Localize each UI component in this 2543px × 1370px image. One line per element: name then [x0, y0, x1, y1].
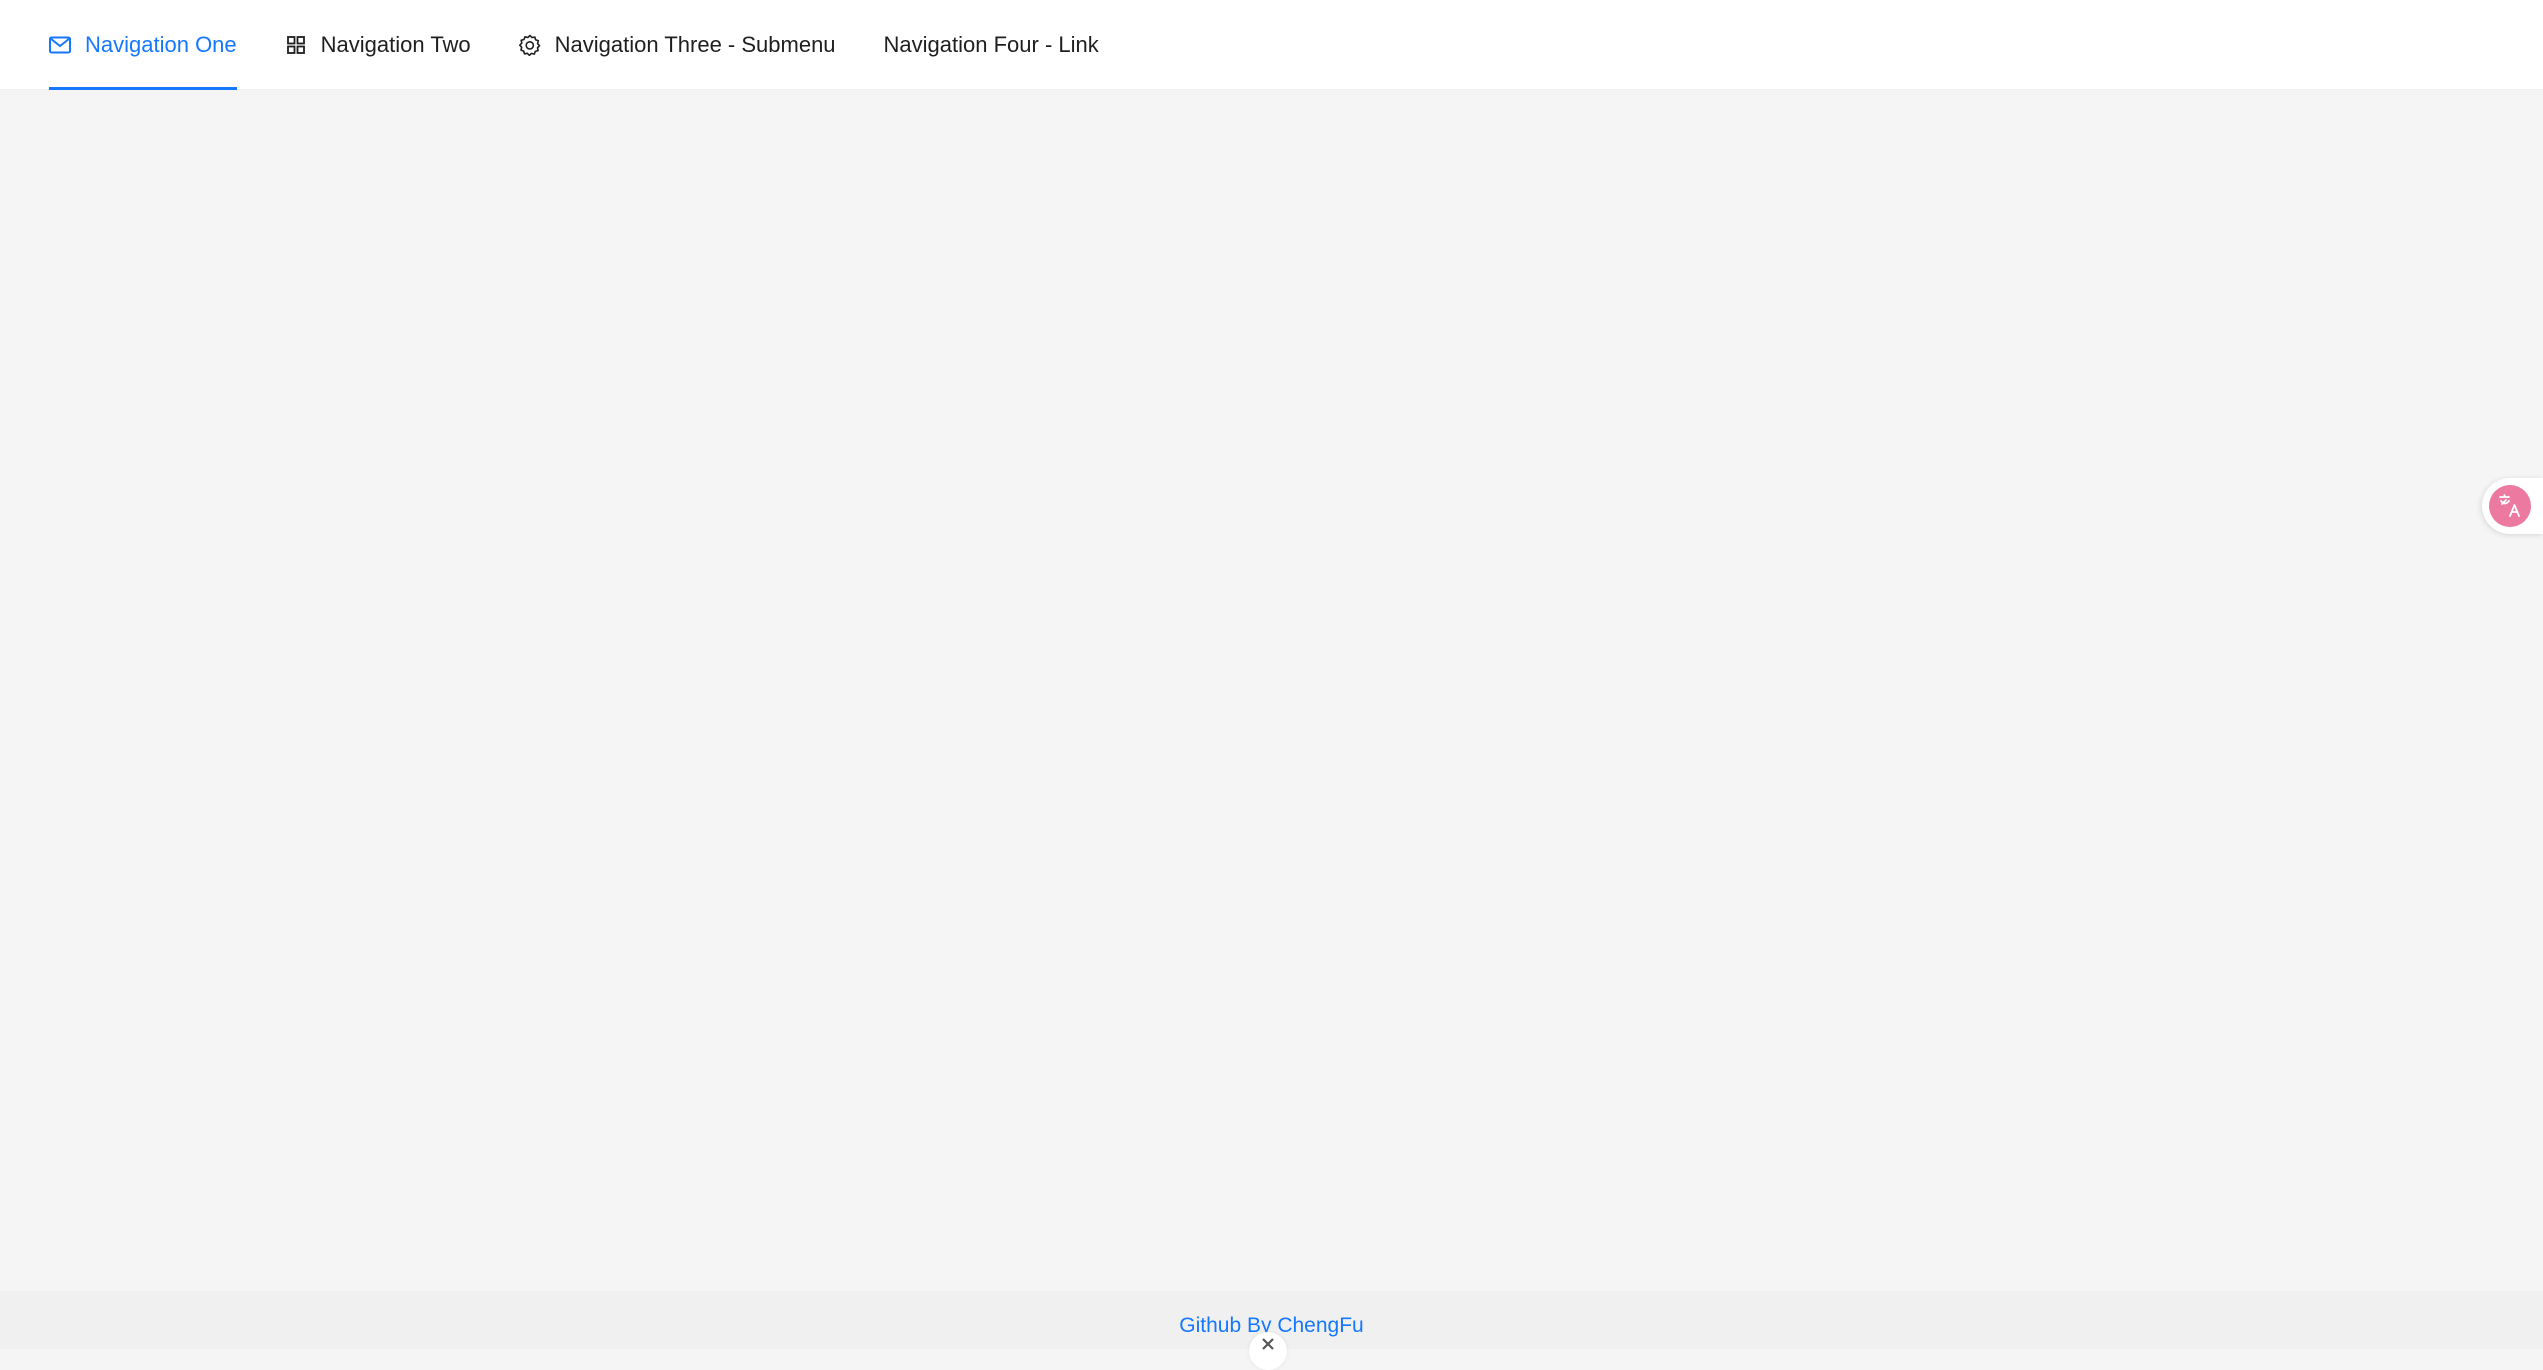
horizontal-menu: Navigation One Navigation Two Navigation…: [49, 0, 1147, 90]
menu-item-label: Navigation One: [85, 32, 237, 57]
translate-widget[interactable]: [2482, 478, 2543, 534]
mail-icon: [49, 34, 71, 56]
menu-item-navigation-one[interactable]: Navigation One: [49, 0, 237, 90]
menu-item-navigation-two[interactable]: Navigation Two: [285, 0, 471, 90]
menu-item-navigation-three-submenu[interactable]: Navigation Three - Submenu: [518, 0, 836, 90]
translate-icon: [2489, 485, 2531, 527]
close-button[interactable]: [1249, 1332, 1287, 1370]
menu-item-navigation-four-link[interactable]: Navigation Four - Link: [884, 0, 1099, 90]
menu-item-label: Navigation Two: [320, 32, 471, 57]
close-icon: [1260, 1336, 1276, 1355]
top-navigation-bar: Navigation One Navigation Two Navigation…: [0, 0, 2543, 90]
menu-item-label: Navigation Four - Link: [883, 32, 1099, 57]
appstore-icon: [285, 34, 307, 56]
setting-icon: [518, 34, 541, 56]
main-content-area: [0, 90, 2543, 1291]
menu-item-label: Navigation Three - Submenu: [554, 32, 836, 57]
